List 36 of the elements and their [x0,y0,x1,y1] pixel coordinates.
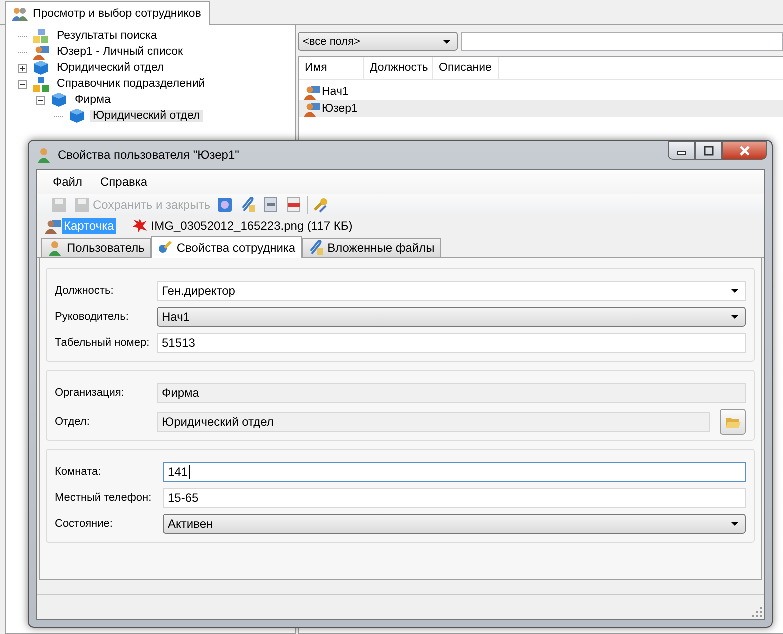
field-label: Состояние: [55,518,114,530]
dropdown[interactable]: Нач1 [157,307,746,327]
tab[interactable]: Вложенные файлы [302,238,441,257]
input-field[interactable]: 15-65 [163,488,746,508]
field-label: Должность: [55,285,115,297]
window-title: Свойства пользователя "Юзер1" [58,148,240,162]
input-field[interactable]: 141 [163,462,746,482]
field-label: Отдел: [55,416,91,428]
tab[interactable]: Пользователь [41,238,151,257]
column-header[interactable]: Описание [433,57,499,79]
input-field[interactable]: 51513 [157,333,746,353]
field-label: Местный телефон: [55,492,153,504]
field-label: Табельный номер: [55,337,151,349]
main-tab[interactable]: Просмотр и выбор сотрудников [5,1,210,25]
list-row[interactable]: Юзер1 [299,100,783,117]
attachment-link[interactable]: IMG_03052012_165223.png (117 КБ) [149,218,355,234]
list-row[interactable]: Нач1 [299,83,783,100]
combo-field[interactable]: Ген.директор [157,281,746,301]
readonly-field: Фирма [157,383,746,403]
tab[interactable]: Свойства сотрудника [150,236,302,258]
tree-item[interactable]: Справочник подразделений [54,78,208,90]
field-label: Руководитель: [55,311,130,323]
tree-item[interactable]: Юзер1 - Личный список [54,46,186,58]
tree-item[interactable]: Юридический отдел [90,110,204,122]
column-header[interactable]: Имя [299,57,364,79]
menu-item[interactable]: Справка [92,175,156,189]
readonly-field: Юридический отдел [157,412,710,432]
column-header[interactable]: Должность [364,57,433,79]
field-dropdown[interactable]: <все поля> [298,32,458,51]
dropdown[interactable]: Активен [163,514,746,534]
menu-item[interactable]: Файл [45,175,91,189]
field-label: Организация: [55,387,126,399]
tree-item[interactable]: Фирма [72,94,114,106]
tree-item[interactable]: Результаты поиска [54,30,160,42]
tree-item[interactable]: Юридический отдел [54,62,168,74]
field-label: Комната: [55,466,102,478]
